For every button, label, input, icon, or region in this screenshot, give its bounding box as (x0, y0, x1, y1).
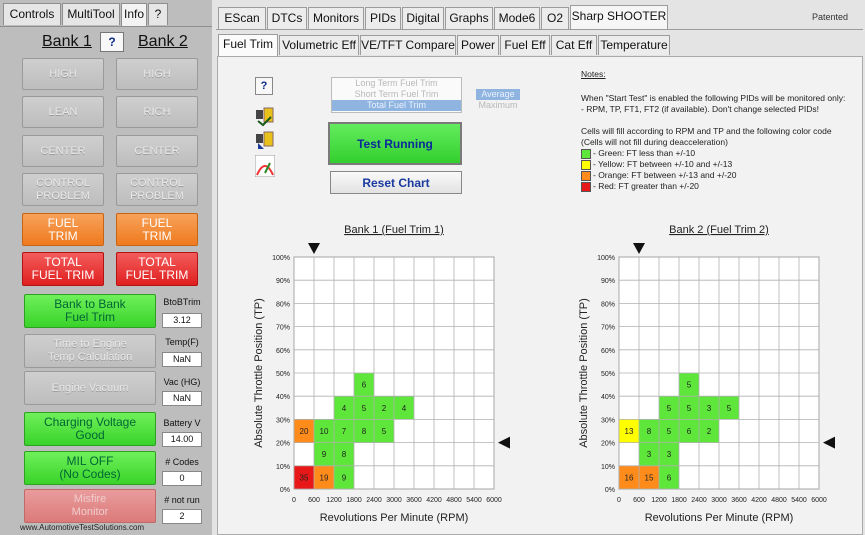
cell-label: 8 (647, 427, 652, 436)
cell-label: 5 (727, 404, 732, 413)
y-tick-label: 40% (276, 394, 290, 401)
x-tick-label: 4200 (426, 497, 442, 504)
y-tick-label: 30% (276, 417, 290, 424)
cell-label: 20 (300, 427, 309, 436)
x-tick-label: 0 (292, 497, 296, 504)
y-tick-label: 10% (601, 464, 615, 471)
x-tick-label: 0 (617, 497, 621, 504)
y-tick-label: 80% (601, 301, 615, 308)
cell-label: 35 (300, 473, 309, 482)
y-tick-label: 20% (276, 441, 290, 448)
x-tick-label: 2400 (691, 497, 707, 504)
cell-label: 5 (687, 404, 692, 413)
rpm-marker-icon (308, 243, 320, 254)
cell-label: 5 (687, 381, 692, 390)
x-tick-label: 4800 (446, 497, 462, 504)
rpm-marker-icon (633, 243, 645, 254)
x-tick-label: 6000 (811, 497, 827, 504)
cell-label: 6 (687, 427, 692, 436)
cell-label: 5 (667, 427, 672, 436)
y-tick-label: 80% (276, 301, 290, 308)
y-tick-label: 60% (601, 348, 615, 355)
cell-label: 10 (320, 427, 329, 436)
y-tick-label: 50% (276, 371, 290, 378)
y-tick-label: 20% (601, 441, 615, 448)
y-axis-label: Absolute Throttle Position (TP) (253, 298, 265, 448)
x-tick-label: 3000 (711, 497, 727, 504)
cell-label: 7 (342, 427, 347, 436)
x-tick-label: 600 (308, 497, 320, 504)
cell-label: 3 (647, 450, 652, 459)
x-tick-label: 3000 (386, 497, 402, 504)
cell-label: 9 (342, 473, 347, 482)
chart-title: Bank 1 (Fuel Trim 1) (344, 224, 444, 236)
y-axis-label: Absolute Throttle Position (TP) (578, 298, 590, 448)
x-tick-label: 3600 (406, 497, 422, 504)
cell-label: 2 (707, 427, 712, 436)
x-tick-label: 2400 (366, 497, 382, 504)
x-axis-label: Revolutions Per Minute (RPM) (645, 512, 794, 524)
cell-label: 3 (667, 450, 672, 459)
y-tick-label: 100% (272, 255, 290, 262)
cell-label: 5 (362, 404, 367, 413)
y-tick-label: 0% (280, 487, 290, 494)
cell-label: 15 (645, 473, 654, 482)
y-tick-label: 50% (601, 371, 615, 378)
cell-label: 16 (625, 473, 634, 482)
y-tick-label: 60% (276, 348, 290, 355)
cell-label: 9 (322, 450, 327, 459)
x-tick-label: 5400 (466, 497, 482, 504)
fuel-trim-charts: 35 19 99 820 10 7 8 54 5 2 460 600 1200 1800 2400 3000 3… (253, 224, 835, 524)
cell-label: 6 (362, 381, 367, 390)
y-tick-label: 90% (601, 278, 615, 285)
x-tick-label: 1200 (326, 497, 342, 504)
cell-label: 19 (320, 473, 329, 482)
cell-label: 5 (667, 404, 672, 413)
cell-label: 4 (402, 404, 407, 413)
x-tick-label: 600 (633, 497, 645, 504)
cell-label: 8 (362, 427, 367, 436)
chart-title: Bank 2 (Fuel Trim 2) (669, 224, 769, 236)
y-tick-label: 90% (276, 278, 290, 285)
tp-marker-icon (823, 436, 835, 449)
x-tick-label: 6000 (486, 497, 502, 504)
cell-label: 13 (625, 427, 634, 436)
y-tick-label: 70% (276, 325, 290, 332)
y-tick-label: 70% (601, 325, 615, 332)
y-tick-label: 10% (276, 464, 290, 471)
cell-label: 2 (382, 404, 387, 413)
x-tick-label: 1800 (671, 497, 687, 504)
y-tick-label: 30% (601, 417, 615, 424)
y-tick-label: 0% (605, 487, 615, 494)
tp-marker-icon (498, 436, 510, 449)
x-tick-label: 3600 (731, 497, 747, 504)
x-tick-label: 4800 (771, 497, 787, 504)
x-tick-label: 1800 (346, 497, 362, 504)
x-tick-label: 1200 (651, 497, 667, 504)
cell-label: 4 (342, 404, 347, 413)
cell-label: 8 (342, 450, 347, 459)
x-tick-label: 5400 (791, 497, 807, 504)
x-tick-label: 4200 (751, 497, 767, 504)
y-tick-label: 100% (597, 255, 615, 262)
x-axis-label: Revolutions Per Minute (RPM) (320, 512, 469, 524)
cell-label: 3 (707, 404, 712, 413)
cell-label: 5 (382, 427, 387, 436)
y-tick-label: 40% (601, 394, 615, 401)
cell-label: 6 (667, 473, 672, 482)
